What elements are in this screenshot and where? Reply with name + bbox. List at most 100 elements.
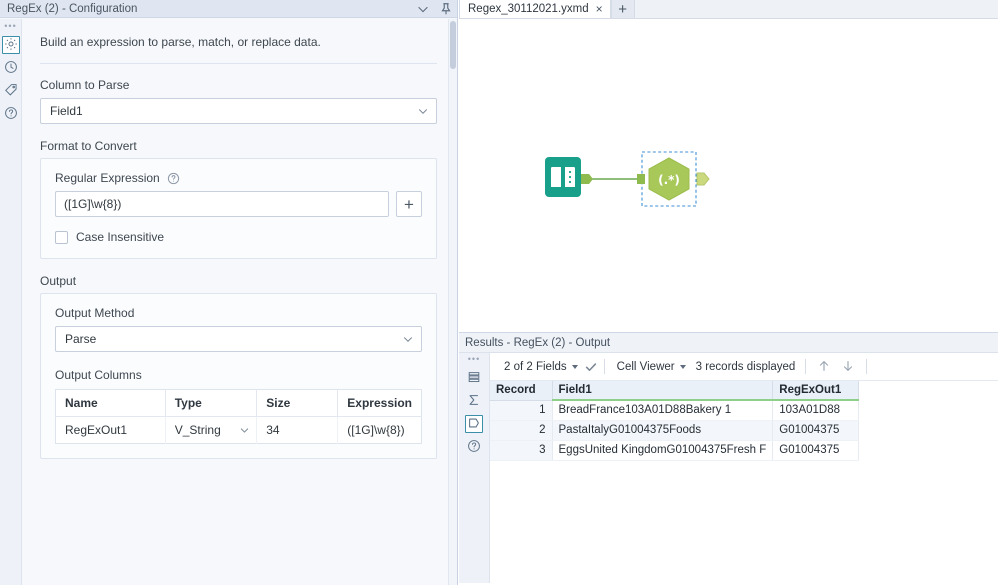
canvas-graphics: (.*) — [545, 151, 710, 207]
table-row[interactable]: 1 BreadFrance103A01D88Bakery 1 103A01D88 — [490, 400, 860, 421]
toolbar-separator — [603, 359, 605, 374]
help-circle-icon[interactable] — [167, 172, 180, 185]
column-to-parse-select[interactable]: Field1 — [40, 98, 437, 124]
grid-header-regexout1[interactable]: RegExOut1 — [772, 381, 860, 401]
workspace-area: Regex_30112021.yxmd × + (.*) Results - R… — [459, 0, 998, 585]
results-panel-header: Results - RegEx (2) - Output — [459, 333, 998, 353]
configuration-icon-rail: ••• — [0, 19, 22, 585]
chevron-down-icon — [679, 364, 686, 369]
results-item-help[interactable] — [465, 438, 483, 456]
arrow-up-icon[interactable] — [817, 359, 831, 374]
regex-input-anchor — [637, 174, 645, 184]
sidebar-item-configuration[interactable] — [1, 36, 20, 54]
grid-header-row: Record Field1 RegExOut1 — [490, 381, 860, 401]
cell-type-value: V_String — [174, 423, 221, 437]
cell-field1[interactable]: BreadFrance103A01D88Bakery 1 — [552, 400, 774, 421]
regular-expression-row: + — [55, 191, 422, 217]
configuration-panel: RegEx (2) - Configuration ••• Build an e… — [0, 0, 458, 585]
grid-header-field1[interactable]: Field1 — [552, 381, 774, 401]
sidebar-item-annotation[interactable] — [2, 82, 20, 100]
results-rail-grip[interactable]: ••• — [468, 355, 480, 364]
cell-size[interactable]: 34 — [256, 416, 339, 444]
cell-expression: ([1G]\w{8}) — [347, 423, 405, 437]
cell-name[interactable]: RegExOut1 — [55, 416, 166, 444]
output-anchor-icon — [467, 416, 481, 433]
toolbar-separator — [866, 359, 868, 374]
add-expression-button[interactable]: + — [396, 191, 422, 217]
cell-regexout1[interactable]: G01004375 — [772, 420, 860, 441]
results-item-summary[interactable] — [465, 392, 483, 410]
workflow-canvas[interactable]: (.*) — [459, 19, 998, 333]
sigma-icon — [467, 393, 481, 410]
results-item-output-anchor[interactable] — [465, 415, 483, 433]
tab-workflow[interactable]: Regex_30112021.yxmd × — [459, 0, 611, 18]
cell-viewer-selector[interactable]: Cell Viewer — [611, 361, 692, 373]
output-method-label: Output Method — [55, 306, 135, 320]
output-section-label: Output — [40, 274, 77, 288]
table-row[interactable]: 2 PastaItalyG01004375Foods G01004375 — [490, 420, 860, 441]
input-output-anchor — [581, 174, 593, 184]
pin-icon[interactable] — [439, 2, 453, 16]
results-item-grid[interactable] — [465, 369, 483, 387]
chevron-down-icon — [417, 105, 429, 117]
table-row[interactable]: 3 EggsUnited KingdomG01004375Fresh F G01… — [490, 440, 860, 461]
grid-icon — [467, 370, 481, 387]
regular-expression-input[interactable] — [55, 191, 389, 217]
configuration-scrollbar[interactable] — [448, 19, 457, 585]
output-method-select[interactable]: Parse — [55, 326, 422, 352]
table-row[interactable]: RegExOut1 V_String 34 ([1G]\w{8}) — [55, 416, 422, 444]
chevron-down-icon — [239, 425, 250, 436]
column-header-type: Type — [165, 389, 258, 417]
scrollbar-thumb[interactable] — [450, 21, 456, 69]
alteryx-designer-window: RegEx (2) - Configuration ••• Build an e… — [0, 0, 998, 585]
output-columns-label: Output Columns — [55, 368, 142, 382]
column-to-parse-value: Field1 — [50, 104, 83, 118]
cell-viewer-label: Cell Viewer — [616, 360, 675, 373]
rail-grip[interactable]: ••• — [4, 22, 16, 31]
checkmark-icon[interactable] — [584, 360, 598, 374]
results-icon-rail: ••• — [459, 353, 490, 583]
gear-icon — [4, 37, 18, 54]
case-insensitive-row[interactable]: Case Insensitive — [55, 230, 422, 244]
results-data-grid[interactable]: Record Field1 RegExOut1 1 BreadFrance103… — [490, 381, 860, 461]
regular-expression-label: Regular Expression — [55, 171, 160, 185]
new-tab-button[interactable]: + — [610, 0, 635, 18]
configuration-titlebar: RegEx (2) - Configuration — [0, 0, 457, 18]
chevron-down-icon — [571, 364, 578, 369]
cell-type[interactable]: V_String — [165, 416, 258, 444]
results-header-title: Results - RegEx (2) - Output — [465, 336, 611, 349]
sidebar-item-runtime[interactable] — [2, 59, 20, 77]
question-icon — [467, 439, 481, 456]
fields-label: 2 of 2 Fields — [504, 360, 567, 373]
case-insensitive-label: Case Insensitive — [76, 230, 165, 244]
cell-record: 3 — [490, 440, 553, 461]
tab-label: Regex_30112021.yxmd — [468, 3, 589, 15]
cell-field1[interactable]: PastaItalyG01004375Foods — [552, 420, 774, 441]
toolbar-separator — [805, 359, 807, 374]
chevron-down-icon[interactable] — [416, 2, 430, 16]
input-data-tool — [545, 157, 581, 197]
cell-regexout1[interactable]: G01004375 — [772, 440, 860, 461]
cell-regexout1[interactable]: 103A01D88 — [772, 400, 860, 421]
configuration-title: RegEx (2) - Configuration — [7, 2, 138, 15]
output-method-value: Parse — [65, 332, 97, 346]
column-to-parse-label: Column to Parse — [40, 78, 130, 92]
sidebar-item-help[interactable] — [2, 105, 20, 123]
svg-text:(.*): (.*) — [658, 173, 680, 187]
runner-icon — [4, 60, 18, 77]
regex-tool: (.*) — [648, 157, 690, 201]
grid-header-record[interactable]: Record — [490, 381, 553, 401]
configuration-body: Build an expression to parse, match, or … — [22, 19, 447, 585]
question-icon — [4, 106, 18, 123]
output-card: Output Method Parse Output Columns Name … — [40, 293, 437, 459]
regular-expression-label-row: Regular Expression — [55, 171, 422, 185]
close-icon[interactable]: × — [596, 3, 603, 15]
cell-record: 1 — [490, 400, 553, 421]
fields-selector[interactable]: 2 of 2 Fields — [498, 361, 584, 373]
arrow-down-icon[interactable] — [841, 359, 855, 374]
cell-field1[interactable]: EggsUnited KingdomG01004375Fresh F — [552, 440, 774, 461]
column-header-expression: Expression — [337, 389, 422, 417]
case-insensitive-checkbox[interactable] — [55, 230, 68, 244]
format-to-convert-card: Regular Expression + Case Ins — [40, 158, 437, 259]
tag-icon — [4, 83, 18, 100]
